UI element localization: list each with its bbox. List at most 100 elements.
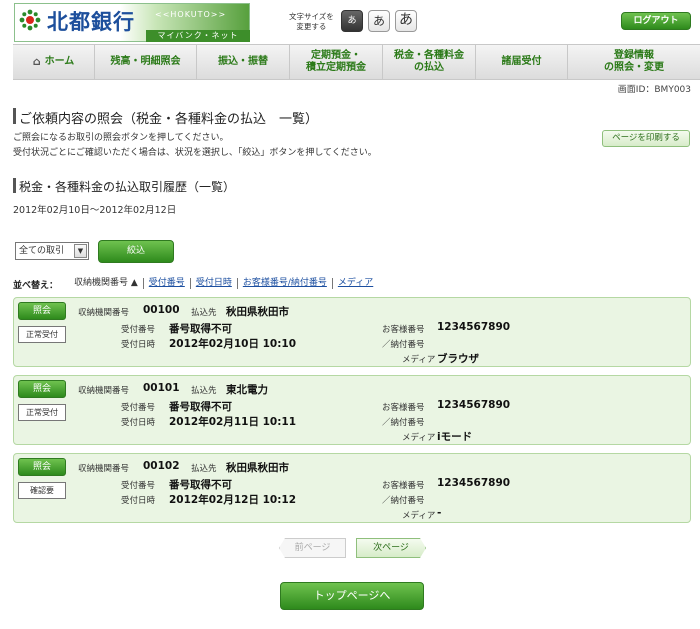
font-size-small-button[interactable]: あ (341, 10, 363, 32)
sort-media-link[interactable]: メディア (331, 278, 378, 289)
media-value: - (437, 507, 442, 519)
media-label: メディア (402, 433, 436, 443)
receipt-dt-value: 2012年02月10日 10:10 (169, 338, 297, 350)
inquiry-button[interactable]: 照会 (18, 458, 66, 476)
screen-id: 画面ID：BMY003 (617, 85, 691, 95)
nav-tax-payment-label2: の払込 (414, 62, 444, 73)
customer-no-value: 1234567890 (437, 477, 511, 489)
nav-balance-label: 残高・明細照会 (110, 56, 181, 67)
customer-no-label: お客様番号 (382, 325, 425, 335)
nav-home-label: ホーム (44, 56, 75, 67)
nav-time-deposit-label1: 定期預金・ (311, 50, 361, 61)
shuno-label: 収納機関番号 (78, 386, 130, 396)
print-page-button[interactable]: ページを印刷する (602, 130, 690, 147)
status-badge: 正常受付 (18, 326, 66, 343)
shuno-value: 00101 (143, 382, 180, 394)
inquiry-button[interactable]: 照会 (18, 302, 66, 320)
sort-label: 並べ替え： (13, 281, 59, 291)
payment-no-label: ／納付番号 (382, 418, 425, 428)
media-label: メディア (402, 511, 436, 521)
font-size-medium-button[interactable]: あ (368, 10, 390, 32)
status-filter-select[interactable]: 全ての取引 ▼ (15, 242, 89, 260)
brand-en: <<HOKUTO>> (155, 10, 227, 19)
nav-transfer[interactable]: 振込・振替 (197, 45, 290, 79)
next-page-button[interactable]: 次ページ (356, 538, 426, 558)
bank-emblem-icon (19, 9, 41, 31)
nav-registration-label1: 登録情報 (614, 50, 654, 61)
font-size-label-line2: 変更する (296, 22, 327, 31)
description-line2: 受付状況ごとにご確認いただく場合は、状況を選択し、「絞込」ボタンを押してください… (13, 148, 377, 158)
receipt-dt-label: 受付日時 (121, 496, 156, 506)
shuno-label: 収納機関番号 (78, 464, 130, 474)
section-title: 税金・各種料金の払込取引履歴（一覧） (19, 180, 236, 194)
receipt-no-label: 受付番号 (121, 325, 156, 335)
payee-label: 払込先 (191, 464, 217, 474)
dropdown-arrow-icon: ▼ (74, 244, 87, 258)
media-value: ブラウザ (437, 353, 479, 365)
sort-links: 収納機関番号 ▲ 受付番号 受付日時 お客様番号/納付番号 メディア (74, 278, 378, 289)
payee-value: 秋田県秋田市 (226, 462, 289, 474)
filter-button[interactable]: 絞込 (98, 240, 174, 263)
logout-button[interactable]: ログアウト (621, 12, 691, 30)
prev-page-button[interactable]: 前ページ (279, 538, 346, 558)
inquiry-button[interactable]: 照会 (18, 380, 66, 398)
receipt-dt-value: 2012年02月11日 10:11 (169, 416, 297, 428)
receipt-no-value: 番号取得不可 (169, 401, 232, 413)
record-card: 照会 確認要 収納機関番号 00102 払込先 秋田県秋田市 受付番号 番号取得… (13, 453, 691, 523)
nav-time-deposit[interactable]: 定期預金・ 積立定期預金 (290, 45, 383, 79)
record-card: 照会 正常受付 収納機関番号 00101 払込先 東北電力 受付番号 番号取得不… (13, 375, 691, 445)
header: 北都銀行 <<HOKUTO>> マイバンク・ネット 文字サイズを 変更する あ … (0, 0, 700, 44)
payee-value: 秋田県秋田市 (226, 306, 289, 318)
shuno-label: 収納機関番号 (78, 308, 130, 318)
payee-label: 払込先 (191, 386, 217, 396)
shuno-value: 00100 (143, 304, 180, 316)
section-bar-marker (13, 178, 16, 193)
nav-registration-label2: の照会・変更 (604, 62, 664, 73)
sort-receipt-date-link[interactable]: 受付日時 (189, 278, 237, 289)
nav-balance[interactable]: 残高・明細照会 (95, 45, 197, 79)
nav-transfer-label: 振込・振替 (218, 56, 268, 67)
customer-no-value: 1234567890 (437, 399, 511, 411)
payee-value: 東北電力 (226, 384, 268, 396)
nav-registration[interactable]: 登録情報 の照会・変更 (568, 45, 700, 79)
media-label: メディア (402, 355, 436, 365)
receipt-no-value: 番号取得不可 (169, 323, 232, 335)
payment-no-label: ／納付番号 (382, 340, 425, 350)
nav-notifications[interactable]: 諸届受付 (476, 45, 568, 79)
page-title: ご依頼内容の照会（税金・各種料金の払込 一覧） (19, 112, 319, 127)
nav-tax-payment-label1: 税金・各種料金 (394, 50, 464, 61)
status-filter-value: 全ての取引 (19, 246, 65, 256)
customer-no-label: お客様番号 (382, 481, 425, 491)
receipt-dt-label: 受付日時 (121, 418, 156, 428)
receipt-no-value: 番号取得不可 (169, 479, 232, 491)
nav-time-deposit-label2: 積立定期預金 (306, 62, 366, 73)
receipt-no-label: 受付番号 (121, 481, 156, 491)
nav-home[interactable]: ⌂ ホーム (13, 45, 95, 79)
font-size-large-button[interactable]: あ (395, 10, 417, 32)
shuno-value: 00102 (143, 460, 180, 472)
sort-receipt-no-link[interactable]: 受付番号 (142, 278, 190, 289)
title-bar-marker (13, 108, 16, 124)
customer-no-value: 1234567890 (437, 321, 511, 333)
receipt-no-label: 受付番号 (121, 403, 156, 413)
bank-name: 北都銀行 (47, 10, 135, 34)
home-icon: ⌂ (32, 55, 41, 68)
global-nav: ⌂ ホーム 残高・明細照会 振込・振替 定期預金・ 積立定期預金 税金・各種料金… (13, 44, 700, 80)
sort-shuno-current: 収納機関番号 ▲ (74, 278, 138, 288)
payee-label: 払込先 (191, 308, 217, 318)
nav-tax-payment[interactable]: 税金・各種料金 の払込 (383, 45, 476, 79)
status-badge: 確認要 (18, 482, 66, 499)
bank-logo[interactable]: 北都銀行 <<HOKUTO>> マイバンク・ネット (14, 3, 250, 42)
period-range: 2012年02月10日～2012年02月12日 (13, 205, 177, 216)
payment-no-label: ／納付番号 (382, 496, 425, 506)
sort-customer-no-link[interactable]: お客様番号/納付番号 (236, 278, 332, 289)
description-line1: ご照会になるお取引の照会ボタンを押してください。 (13, 133, 229, 143)
brand-sub: マイバンク・ネット (146, 30, 250, 42)
nav-notifications-label: 諸届受付 (501, 56, 542, 67)
customer-no-label: お客様番号 (382, 403, 425, 413)
receipt-dt-value: 2012年02月12日 10:12 (169, 494, 297, 506)
media-value: iモード (437, 431, 473, 443)
top-page-button[interactable]: トップページへ (280, 582, 424, 610)
font-size-label-line1: 文字サイズを (289, 12, 334, 21)
font-size-label: 文字サイズを 変更する (289, 12, 334, 32)
